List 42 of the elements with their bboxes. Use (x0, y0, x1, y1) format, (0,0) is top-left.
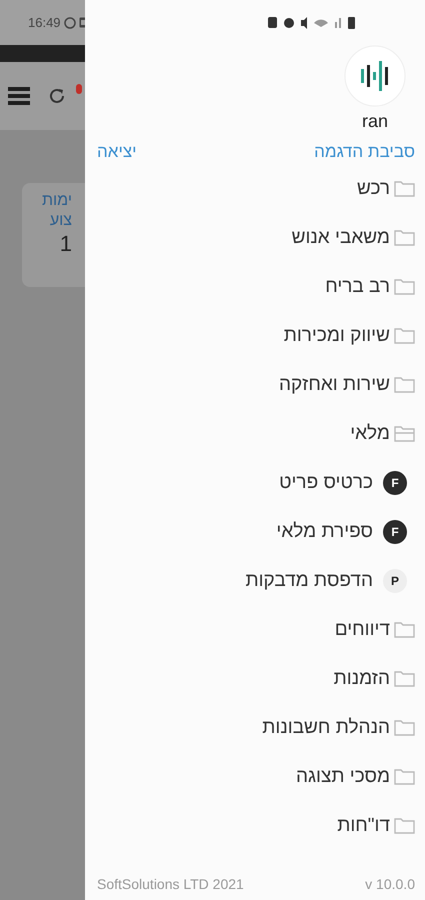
menu-label: רב בריח (325, 276, 390, 298)
status-time: 16:49 (28, 15, 61, 30)
card-value: 1 (60, 231, 72, 257)
menu-item[interactable]: הנהלת חשבונות (85, 703, 415, 752)
battery-icon (348, 16, 355, 28)
card-title: צוע (50, 211, 72, 231)
wifi-icon (314, 18, 328, 26)
menu-item[interactable]: שירות ואחזקה (85, 360, 415, 409)
menu-label: מלאי (350, 422, 390, 444)
menu-label: הזמנות (334, 668, 390, 690)
letter-badge: F (383, 520, 407, 544)
menu-item[interactable]: משאבי אנוש (85, 213, 415, 262)
menu-label: רכש (356, 178, 390, 200)
letter-badge: P (383, 568, 407, 592)
menu-item[interactable]: מלאי (85, 409, 415, 458)
menu-label: כרטיס פריט (279, 472, 373, 494)
menu-icon[interactable] (8, 86, 30, 106)
version-text: v 10.0.0 (365, 876, 415, 892)
user-name: ran (362, 111, 388, 132)
menu-item[interactable]: הזמנות (85, 654, 415, 703)
menu-label: שירות ואחזקה (278, 374, 390, 396)
menu-item[interactable]: שיווק ומכירות (85, 311, 415, 360)
logo-icon (344, 45, 406, 107)
menu-item[interactable]: רכש (85, 164, 415, 213)
menu-label: מסכי תצוגה (296, 766, 390, 788)
menu-label: משאבי אנוש (292, 226, 390, 248)
letter-badge: F (383, 470, 407, 494)
menu-item[interactable]: מסכי תצוגה (85, 752, 415, 801)
menu-item[interactable]: דו"חות (85, 801, 415, 850)
menu-item[interactable]: דיווחים (85, 605, 415, 654)
copyright-text: SoftSolutions LTD 2021 (97, 876, 244, 892)
menu-label: הדפסת מדבקות (245, 570, 373, 592)
menu-label: שיווק ומכירות (284, 324, 390, 346)
menu-label: דיווחים (334, 618, 390, 640)
menu-label: דו"חות (337, 814, 390, 836)
menu-label: הנהלת חשבונות (262, 716, 390, 738)
mute-icon (301, 16, 307, 28)
refresh-icon[interactable] (48, 87, 66, 105)
card-title: ימות (42, 191, 72, 211)
signal-icon (335, 18, 341, 28)
menu-label: ספירת מלאי (276, 520, 373, 542)
menu-item[interactable]: רב בריח (85, 262, 415, 311)
